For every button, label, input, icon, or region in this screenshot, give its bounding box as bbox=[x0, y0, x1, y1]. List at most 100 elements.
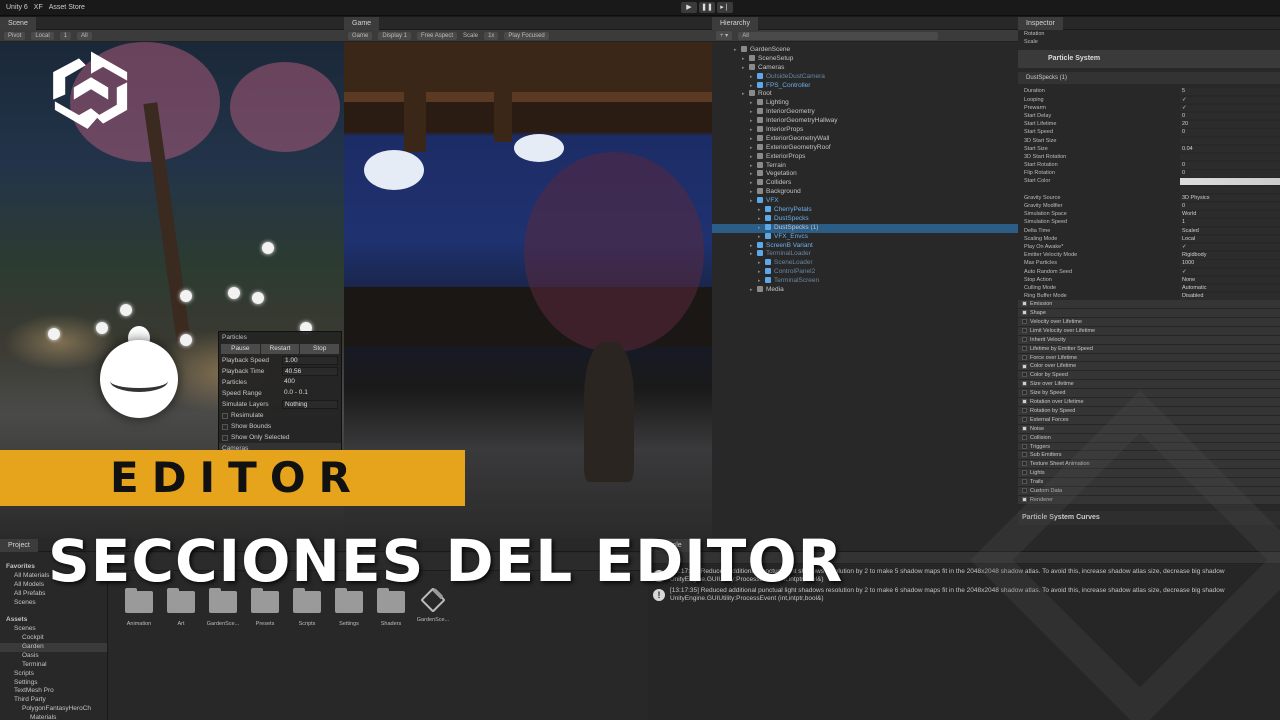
hierarchy-item[interactable]: ▸ Colliders bbox=[712, 179, 1018, 188]
tab-hierarchy[interactable]: Hierarchy bbox=[712, 17, 758, 30]
foldout-arrow-icon[interactable]: ▸ bbox=[750, 108, 757, 117]
property-field[interactable]: Local bbox=[1180, 235, 1280, 243]
light-gizmo-icon[interactable] bbox=[48, 328, 60, 340]
tab-scene[interactable]: Scene bbox=[0, 17, 36, 30]
foldout-arrow-icon[interactable]: ▸ bbox=[750, 73, 757, 82]
property-field[interactable]: Scaled bbox=[1180, 227, 1280, 235]
asset-store-button[interactable]: Asset Store bbox=[49, 4, 85, 11]
game-view-dropdown[interactable]: Game bbox=[348, 31, 373, 40]
project-tree-item[interactable]: Cockpit bbox=[0, 634, 107, 643]
foldout-arrow-icon[interactable]: ▸ bbox=[758, 233, 765, 242]
module-enable-checkbox[interactable] bbox=[1022, 425, 1027, 431]
project-tree-item[interactable]: PolygonFantasyHeroCh bbox=[0, 705, 107, 714]
property-field[interactable]: 0 bbox=[1180, 170, 1280, 177]
play-button[interactable]: ▶ bbox=[681, 2, 697, 13]
step-button[interactable]: ▸❘ bbox=[717, 2, 733, 13]
playback-speed-field[interactable]: 1.00 bbox=[282, 356, 338, 365]
particle-module-row[interactable]: Limit Velocity over Lifetime bbox=[1018, 326, 1280, 336]
particle-module-row[interactable]: Color over Lifetime bbox=[1018, 362, 1280, 372]
foldout-arrow-icon[interactable]: ▸ bbox=[758, 268, 765, 277]
local-toggle[interactable]: Local bbox=[31, 31, 54, 40]
stop-particles-button[interactable]: Stop bbox=[300, 344, 340, 354]
module-enable-checkbox[interactable] bbox=[1022, 345, 1027, 351]
hierarchy-item[interactable]: ▸ VFX bbox=[712, 197, 1018, 206]
property-field[interactable]: 0 bbox=[1180, 203, 1280, 210]
hierarchy-item[interactable]: ▸ Background bbox=[712, 188, 1018, 197]
property-field[interactable]: 20 bbox=[1180, 121, 1280, 128]
hierarchy-item[interactable]: ▸ Terrain bbox=[712, 161, 1018, 171]
project-tree-item[interactable]: Scripts bbox=[0, 670, 107, 679]
foldout-arrow-icon[interactable]: ▸ bbox=[750, 126, 757, 135]
hierarchy-item[interactable]: ▸ InteriorGeometry bbox=[712, 108, 1018, 117]
tab-inspector[interactable]: Inspector bbox=[1018, 17, 1063, 30]
foldout-arrow-icon[interactable]: ▸ bbox=[758, 206, 765, 215]
aspect-dropdown[interactable]: Free Aspect bbox=[417, 31, 458, 40]
property-field[interactable] bbox=[1180, 137, 1280, 144]
module-enable-checkbox[interactable] bbox=[1022, 381, 1027, 387]
property-field[interactable]: ✓ bbox=[1180, 104, 1280, 112]
property-field[interactable]: ✓ bbox=[1180, 268, 1280, 275]
grid-snap-value[interactable]: 1 bbox=[59, 31, 72, 40]
hierarchy-item[interactable]: ▸ Lighting bbox=[712, 99, 1018, 108]
foldout-arrow-icon[interactable]: ▸ bbox=[750, 286, 757, 295]
project-tree-item[interactable]: Terminal bbox=[0, 661, 107, 670]
play-focused-dropdown[interactable]: Play Focused bbox=[504, 31, 549, 40]
foldout-arrow-icon[interactable]: ▸ bbox=[750, 197, 757, 206]
foldout-arrow-icon[interactable]: ▸ bbox=[758, 215, 765, 224]
project-tree-item[interactable]: Third Party bbox=[0, 696, 107, 705]
particle-module-row[interactable]: Inherit Velocity bbox=[1018, 335, 1280, 345]
property-field[interactable]: 5 bbox=[1180, 88, 1280, 95]
project-tree-item[interactable] bbox=[0, 607, 107, 616]
hierarchy-item[interactable]: ▸ SceneLoader bbox=[712, 259, 1018, 268]
module-enable-checkbox[interactable] bbox=[1022, 434, 1027, 440]
foldout-arrow-icon[interactable]: ▸ bbox=[758, 259, 765, 268]
project-tree-item[interactable]: Oasis bbox=[0, 652, 107, 661]
hierarchy-item[interactable]: ▸ VFX_Envcs bbox=[712, 232, 1018, 242]
foldout-arrow-icon[interactable]: ▸ bbox=[750, 153, 757, 162]
property-field[interactable]: 0 bbox=[1180, 129, 1280, 136]
foldout-arrow-icon[interactable]: ▸ bbox=[750, 162, 757, 171]
hierarchy-item[interactable]: ▸ Cameras bbox=[712, 63, 1018, 73]
foldout-arrow-icon[interactable]: ▸ bbox=[750, 144, 757, 153]
hierarchy-item[interactable]: ▸ Root bbox=[712, 90, 1018, 99]
foldout-arrow-icon[interactable]: ▸ bbox=[742, 90, 749, 99]
foldout-arrow-icon[interactable]: ▸ bbox=[742, 64, 749, 73]
particle-module-row[interactable]: Size by Speed bbox=[1018, 389, 1280, 399]
module-enable-checkbox[interactable] bbox=[1022, 319, 1027, 325]
module-enable-checkbox[interactable] bbox=[1022, 470, 1027, 476]
hierarchy-item[interactable]: ▸ ScreenB Variant bbox=[712, 241, 1018, 251]
show-only-selected-checkbox[interactable] bbox=[222, 434, 228, 441]
foldout-arrow-icon[interactable]: ▸ bbox=[734, 46, 741, 55]
light-gizmo-icon[interactable] bbox=[120, 304, 132, 316]
property-field[interactable]: 1000 bbox=[1180, 260, 1280, 267]
foldout-arrow-icon[interactable]: ▸ bbox=[750, 242, 757, 251]
property-field[interactable] bbox=[1180, 153, 1280, 161]
hierarchy-item[interactable]: ▸ SceneSetup bbox=[712, 54, 1018, 64]
foldout-arrow-icon[interactable]: ▸ bbox=[750, 188, 757, 197]
particle-module-row[interactable]: Lifetime by Emitter Speed bbox=[1018, 344, 1280, 354]
tab-game[interactable]: Game bbox=[344, 17, 380, 30]
foldout-arrow-icon[interactable]: ▸ bbox=[742, 55, 749, 64]
playback-time-field[interactable]: 40.56 bbox=[282, 367, 338, 376]
property-field[interactable]: Disabled bbox=[1180, 293, 1280, 300]
pivot-toggle[interactable]: Pivot bbox=[4, 31, 26, 40]
module-enable-checkbox[interactable] bbox=[1022, 479, 1027, 485]
property-field[interactable]: ✓ bbox=[1180, 96, 1280, 104]
property-field[interactable] bbox=[1180, 178, 1280, 185]
foldout-arrow-icon[interactable]: ▸ bbox=[750, 99, 757, 108]
foldout-arrow-icon[interactable]: ▸ bbox=[750, 135, 757, 144]
hierarchy-item[interactable]: ▸ ControlPanel2 bbox=[712, 268, 1018, 277]
property-field[interactable]: 1 bbox=[1180, 219, 1280, 226]
particle-module-row[interactable]: Color by Speed bbox=[1018, 371, 1280, 381]
tab-project[interactable]: Project bbox=[0, 539, 38, 552]
hierarchy-item[interactable]: ▸ InteriorGeometryHallway bbox=[712, 117, 1018, 126]
module-enable-checkbox[interactable] bbox=[1022, 327, 1027, 333]
foldout-arrow-icon[interactable]: ▸ bbox=[750, 179, 757, 188]
pause-particles-button[interactable]: Pause bbox=[221, 344, 260, 354]
module-enable-checkbox[interactable] bbox=[1022, 390, 1027, 396]
property-field[interactable]: 0 bbox=[1180, 112, 1280, 120]
light-gizmo-icon[interactable] bbox=[252, 292, 264, 304]
project-tree-item[interactable]: Assets bbox=[0, 616, 107, 625]
light-gizmo-icon[interactable] bbox=[228, 287, 240, 299]
property-field[interactable]: 0.04 bbox=[1180, 145, 1280, 153]
